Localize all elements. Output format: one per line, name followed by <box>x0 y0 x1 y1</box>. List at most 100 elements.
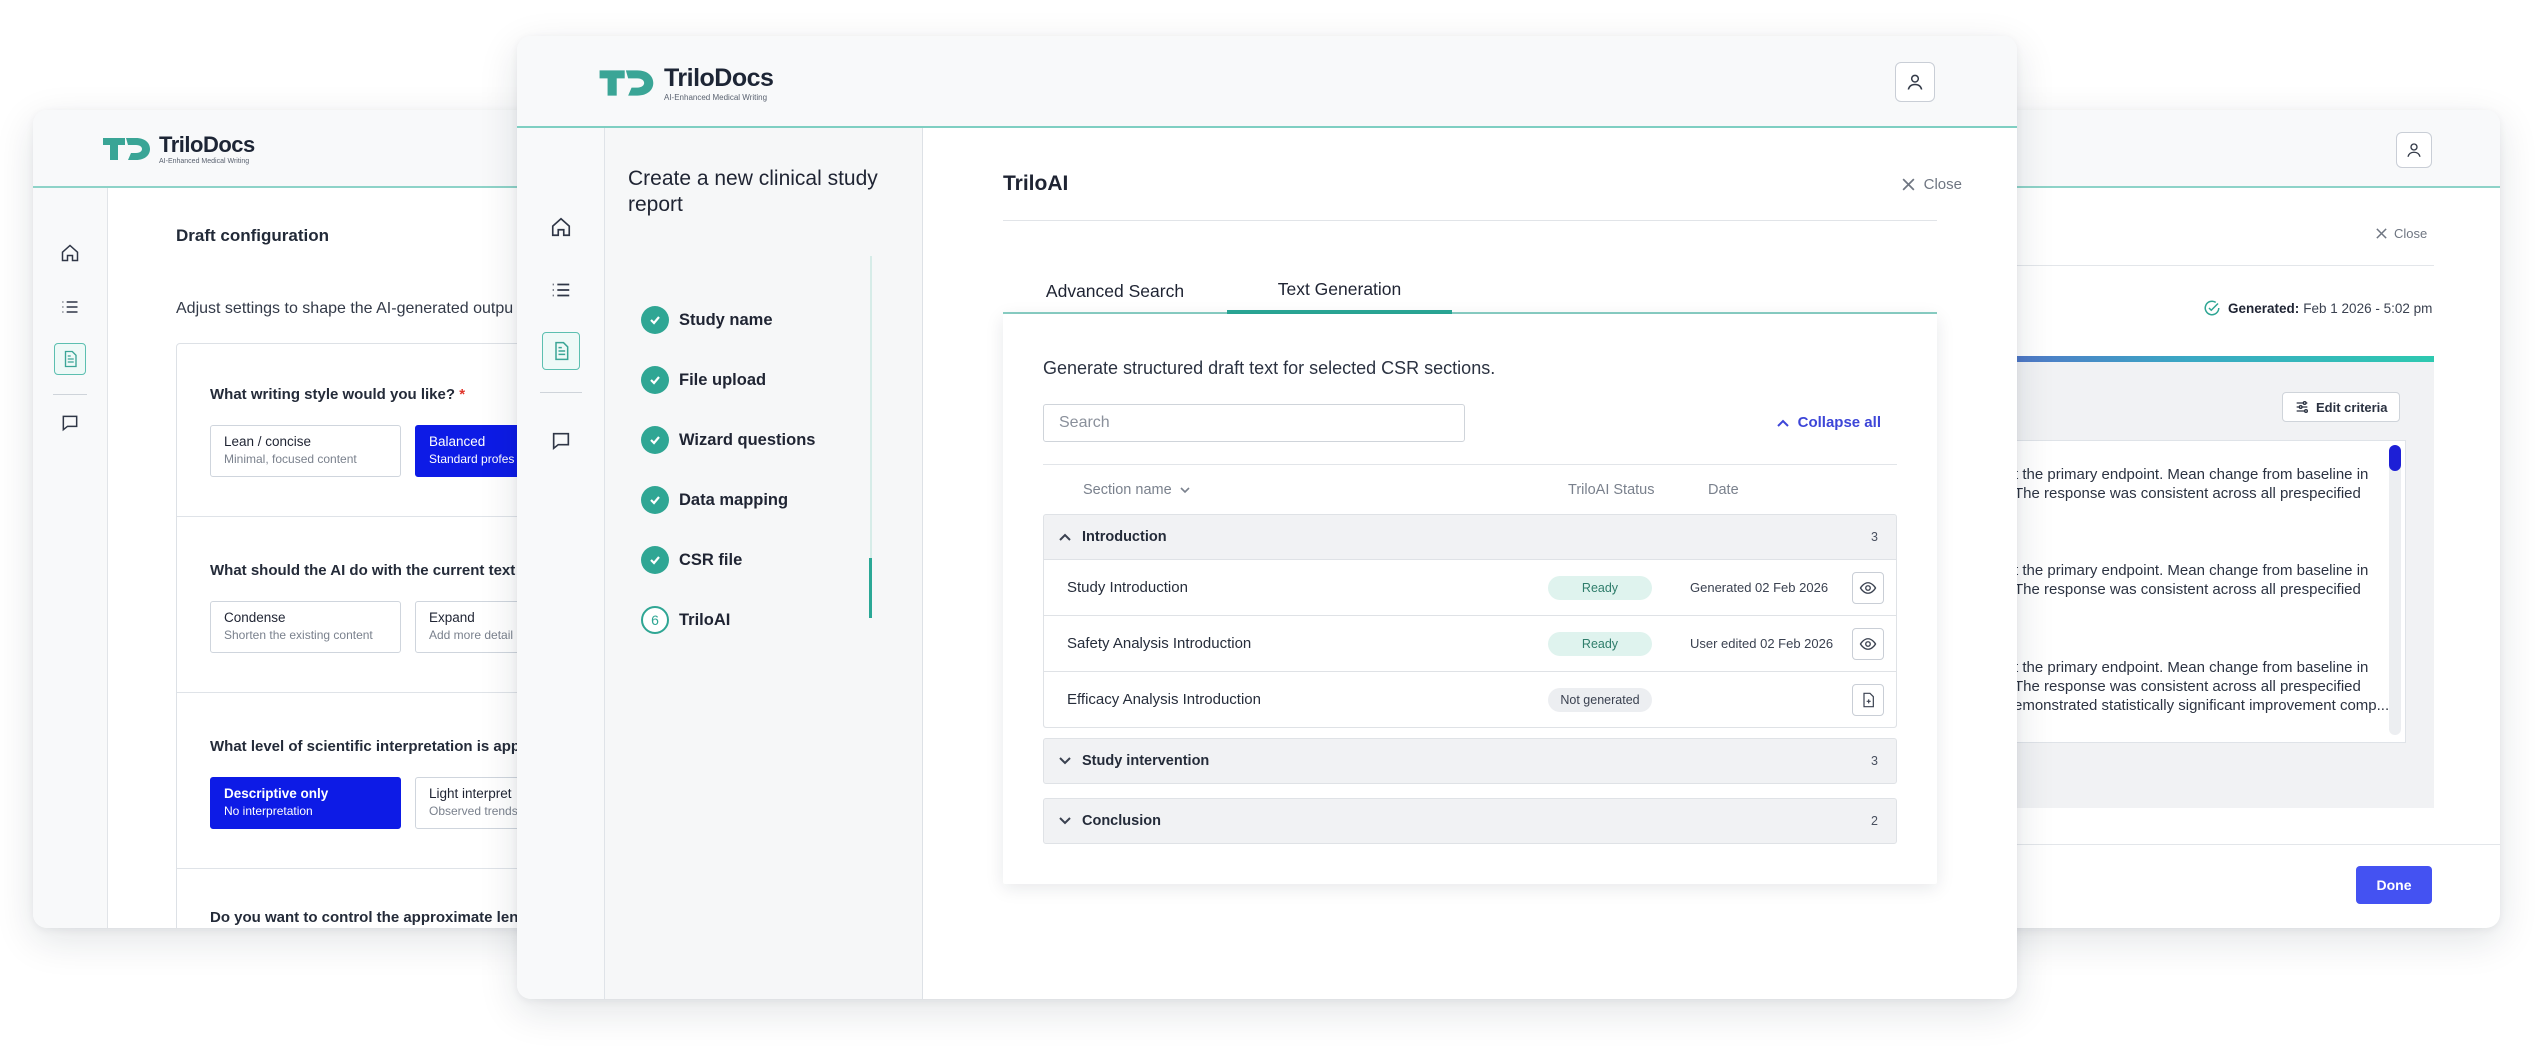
column-header-date: Date <box>1708 482 1739 498</box>
section-group-study-intervention[interactable]: Study intervention 3 <box>1043 738 1897 784</box>
close-button[interactable]: Close <box>1901 176 1962 193</box>
trilodocs-logo-mark <box>599 70 654 96</box>
text-generation-card: Generate structured draft text for selec… <box>1003 314 1937 884</box>
group-count: 2 <box>1871 814 1878 828</box>
close-button[interactable]: Close <box>2375 226 2427 241</box>
check-icon <box>641 366 669 394</box>
group-count: 3 <box>1871 754 1878 768</box>
brand-tagline: AI-Enhanced Medical Writing <box>664 93 768 102</box>
status-badge: Ready <box>1548 575 1652 600</box>
collapse-all-button[interactable]: Collapse all <box>1776 414 1881 431</box>
scrollbar-thumb[interactable] <box>2389 445 2401 471</box>
group-count: 3 <box>1871 530 1878 544</box>
check-circle-icon <box>2204 300 2220 316</box>
generated-paragraph: t the primary endpoint. Mean change from… <box>2014 466 2369 502</box>
step-data-mapping[interactable]: Data mapping <box>641 486 788 514</box>
app-header <box>1940 110 2500 188</box>
question-writing-style: What writing style would you like? * <box>210 386 466 403</box>
home-icon[interactable] <box>546 212 576 242</box>
footer-divider <box>1940 844 2500 845</box>
nav-rail <box>33 188 108 928</box>
check-icon <box>641 306 669 334</box>
trilodocs-logo-mark <box>103 137 150 160</box>
triloai-window: TriloDocs AI-Enhanced Medical Writing Cr… <box>517 36 2017 999</box>
list-icon[interactable] <box>57 294 83 320</box>
steps-active-indicator <box>869 558 872 618</box>
user-account-button[interactable] <box>2396 132 2432 168</box>
option-lean-concise[interactable]: Lean / concise Minimal, focused content <box>210 425 401 477</box>
chat-icon[interactable] <box>57 410 83 436</box>
option-descriptive-only[interactable]: Descriptive only No interpretation <box>210 777 401 829</box>
list-icon[interactable] <box>546 275 576 305</box>
chevron-down-icon <box>1180 487 1190 494</box>
chat-icon[interactable] <box>546 426 576 456</box>
column-header-status: TriloAI Status <box>1568 482 1655 498</box>
group-header[interactable]: Introduction 3 <box>1044 515 1896 559</box>
file-plus-icon[interactable] <box>1852 683 1884 716</box>
chevron-down-icon <box>1058 814 1074 828</box>
status-badge: Ready <box>1548 631 1652 656</box>
eye-icon[interactable] <box>1852 571 1884 604</box>
done-button[interactable]: Done <box>2356 866 2432 904</box>
document-icon[interactable] <box>542 332 580 370</box>
generated-paragraph: t the primary endpoint. Mean change from… <box>2014 659 2390 714</box>
status-badge: Not generated <box>1548 687 1652 712</box>
page-subtitle: Adjust settings to shape the AI-generate… <box>176 300 514 317</box>
chevron-up-icon <box>1776 419 1789 427</box>
document-icon[interactable] <box>54 343 86 375</box>
brand-name: TriloDocs <box>159 132 255 157</box>
option-condense[interactable]: Condense Shorten the existing content <box>210 601 401 653</box>
step-number: 6 <box>641 606 669 634</box>
step-csr-file[interactable]: CSR file <box>641 546 742 574</box>
close-icon <box>1902 178 1915 191</box>
close-icon <box>2376 228 2387 239</box>
user-icon <box>2407 143 2421 157</box>
user-icon <box>1907 74 1923 90</box>
brand-logo[interactable]: TriloDocs AI-Enhanced Medical Writing <box>101 132 255 165</box>
nav-divider <box>540 392 582 393</box>
table-row[interactable]: Efficacy Analysis Introduction Not gener… <box>1044 671 1896 727</box>
eye-icon[interactable] <box>1852 627 1884 660</box>
home-icon[interactable] <box>57 240 83 266</box>
brand-logo[interactable]: TriloDocs AI-Enhanced Medical Writing <box>596 64 774 102</box>
question-length: Do you want to control the approximate l… <box>210 909 519 926</box>
check-icon <box>641 426 669 454</box>
tab-advanced-search[interactable]: Advanced Search <box>1003 268 1227 314</box>
table-divider <box>1043 464 1897 465</box>
chevron-down-icon <box>1058 754 1074 768</box>
sliders-icon <box>2296 401 2308 413</box>
step-triloai[interactable]: 6 TriloAI <box>641 606 730 634</box>
tab-bar: Advanced Search Text Generation <box>1003 268 1937 314</box>
question-current-text: What should the AI do with the current t… <box>210 562 516 579</box>
generated-text-window: Close Generated: Feb 1 2026 - 5:02 pm Edi… <box>1940 110 2500 928</box>
card-description: Generate structured draft text for selec… <box>1043 358 1496 378</box>
panel-title: TriloAI <box>1003 172 1069 195</box>
step-wizard-questions[interactable]: Wizard questions <box>641 426 815 454</box>
edit-criteria-button[interactable]: Edit criteria <box>2282 392 2400 422</box>
group-header[interactable]: Study intervention 3 <box>1044 739 1896 783</box>
user-account-button[interactable] <box>1895 62 1935 102</box>
nav-divider <box>53 394 87 395</box>
table-row[interactable]: Safety Analysis Introduction Ready User … <box>1044 615 1896 671</box>
search-input[interactable] <box>1043 404 1465 442</box>
section-group-introduction: Introduction 3 Study Introduction Ready … <box>1043 514 1897 728</box>
section-group-conclusion[interactable]: Conclusion 2 <box>1043 798 1897 844</box>
step-file-upload[interactable]: File upload <box>641 366 766 394</box>
tab-text-generation[interactable]: Text Generation <box>1227 268 1452 314</box>
group-header[interactable]: Conclusion 2 <box>1044 799 1896 843</box>
chevron-up-icon <box>1058 530 1074 544</box>
generated-paragraph: t the primary endpoint. Mean change from… <box>2014 562 2369 598</box>
brand-tagline: AI-Enhanced Medical Writing <box>159 158 250 165</box>
scrollbar[interactable] <box>2389 445 2401 735</box>
step-study-name[interactable]: Study name <box>641 306 773 334</box>
app-header: TriloDocs AI-Enhanced Medical Writing <box>517 36 2017 128</box>
table-row[interactable]: Study Introduction Ready Generated 02 Fe… <box>1044 559 1896 615</box>
wizard-steps-panel: Create a new clinical study report Study… <box>605 128 923 999</box>
triloai-panel: TriloAI Close Advanced Search Text Gener… <box>923 128 2017 999</box>
column-header-section[interactable]: Section name <box>1083 482 1192 498</box>
nav-rail <box>517 128 605 999</box>
panel-divider <box>1003 220 1937 221</box>
generated-timestamp: Generated: Feb 1 2026 - 5:02 pm <box>2203 299 2432 317</box>
wizard-title: Create a new clinical study report <box>628 167 878 216</box>
brand-name: TriloDocs <box>664 64 774 92</box>
